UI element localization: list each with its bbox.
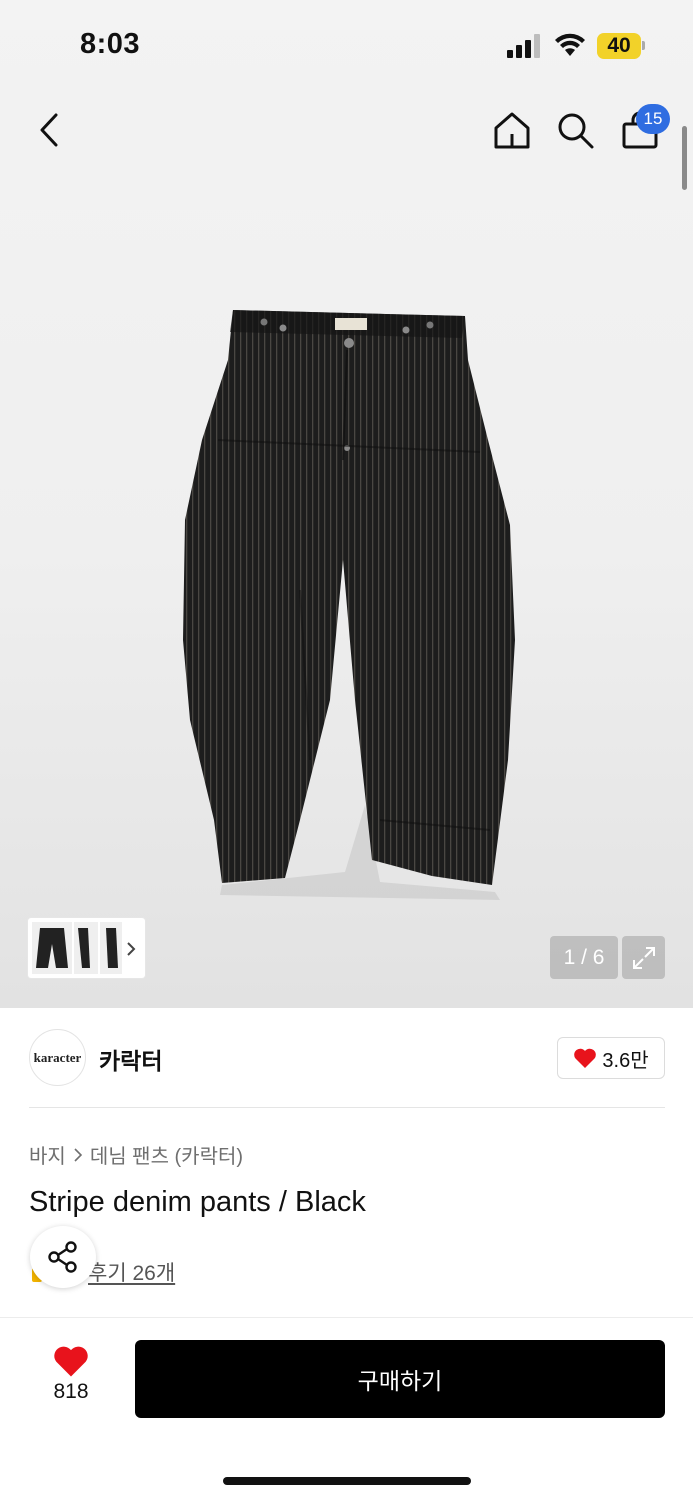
favorite-count: 818 xyxy=(53,1380,89,1403)
expand-button[interactable] xyxy=(622,936,665,979)
home-indicator[interactable] xyxy=(223,1477,471,1485)
product-image-area[interactable] xyxy=(0,0,693,1008)
chevron-right-icon[interactable] xyxy=(126,941,136,957)
favorite-button[interactable]: 818 xyxy=(38,1344,104,1404)
back-button[interactable] xyxy=(36,112,64,148)
chevron-right-icon xyxy=(74,1147,82,1162)
status-time: 8:03 xyxy=(80,28,141,60)
brand-name[interactable]: 카락터 xyxy=(99,1042,162,1076)
heart-icon xyxy=(54,1346,88,1377)
heart-icon xyxy=(574,1048,597,1068)
breadcrumb-category[interactable]: 바지 xyxy=(29,1140,66,1169)
brand-like-count: 3.6만 xyxy=(602,1049,649,1072)
thumbnail-strip[interactable] xyxy=(28,918,145,978)
cellular-signal-icon xyxy=(507,34,540,58)
brand-logo-text: karacter xyxy=(33,1049,82,1065)
brand-logo[interactable]: karacter xyxy=(29,1029,86,1086)
search-button[interactable] xyxy=(556,111,596,151)
share-button[interactable] xyxy=(30,1226,96,1288)
divider xyxy=(29,1107,665,1108)
brand-like-button[interactable]: 3.6만 xyxy=(557,1037,665,1079)
wifi-icon xyxy=(555,33,585,56)
breadcrumb: 바지 데님 팬츠 (카락터) xyxy=(29,1140,243,1169)
share-icon xyxy=(48,1241,77,1273)
action-bar-divider xyxy=(0,1317,693,1318)
image-page-counter: 1 / 6 xyxy=(550,936,618,979)
product-image xyxy=(183,310,515,900)
battery-indicator: 40 xyxy=(597,33,641,59)
battery-cap xyxy=(642,41,645,50)
cart-count-badge: 15 xyxy=(636,104,670,134)
review-link[interactable]: 후기 26개 xyxy=(88,1257,175,1287)
home-button[interactable] xyxy=(492,110,532,150)
buy-button[interactable]: 구매하기 xyxy=(135,1340,665,1418)
product-title: Stripe denim pants / Black xyxy=(29,1186,366,1218)
breadcrumb-subcategory[interactable]: 데님 팬츠 (카락터) xyxy=(90,1140,243,1169)
scrollbar[interactable] xyxy=(682,126,687,190)
expand-icon xyxy=(632,946,655,969)
